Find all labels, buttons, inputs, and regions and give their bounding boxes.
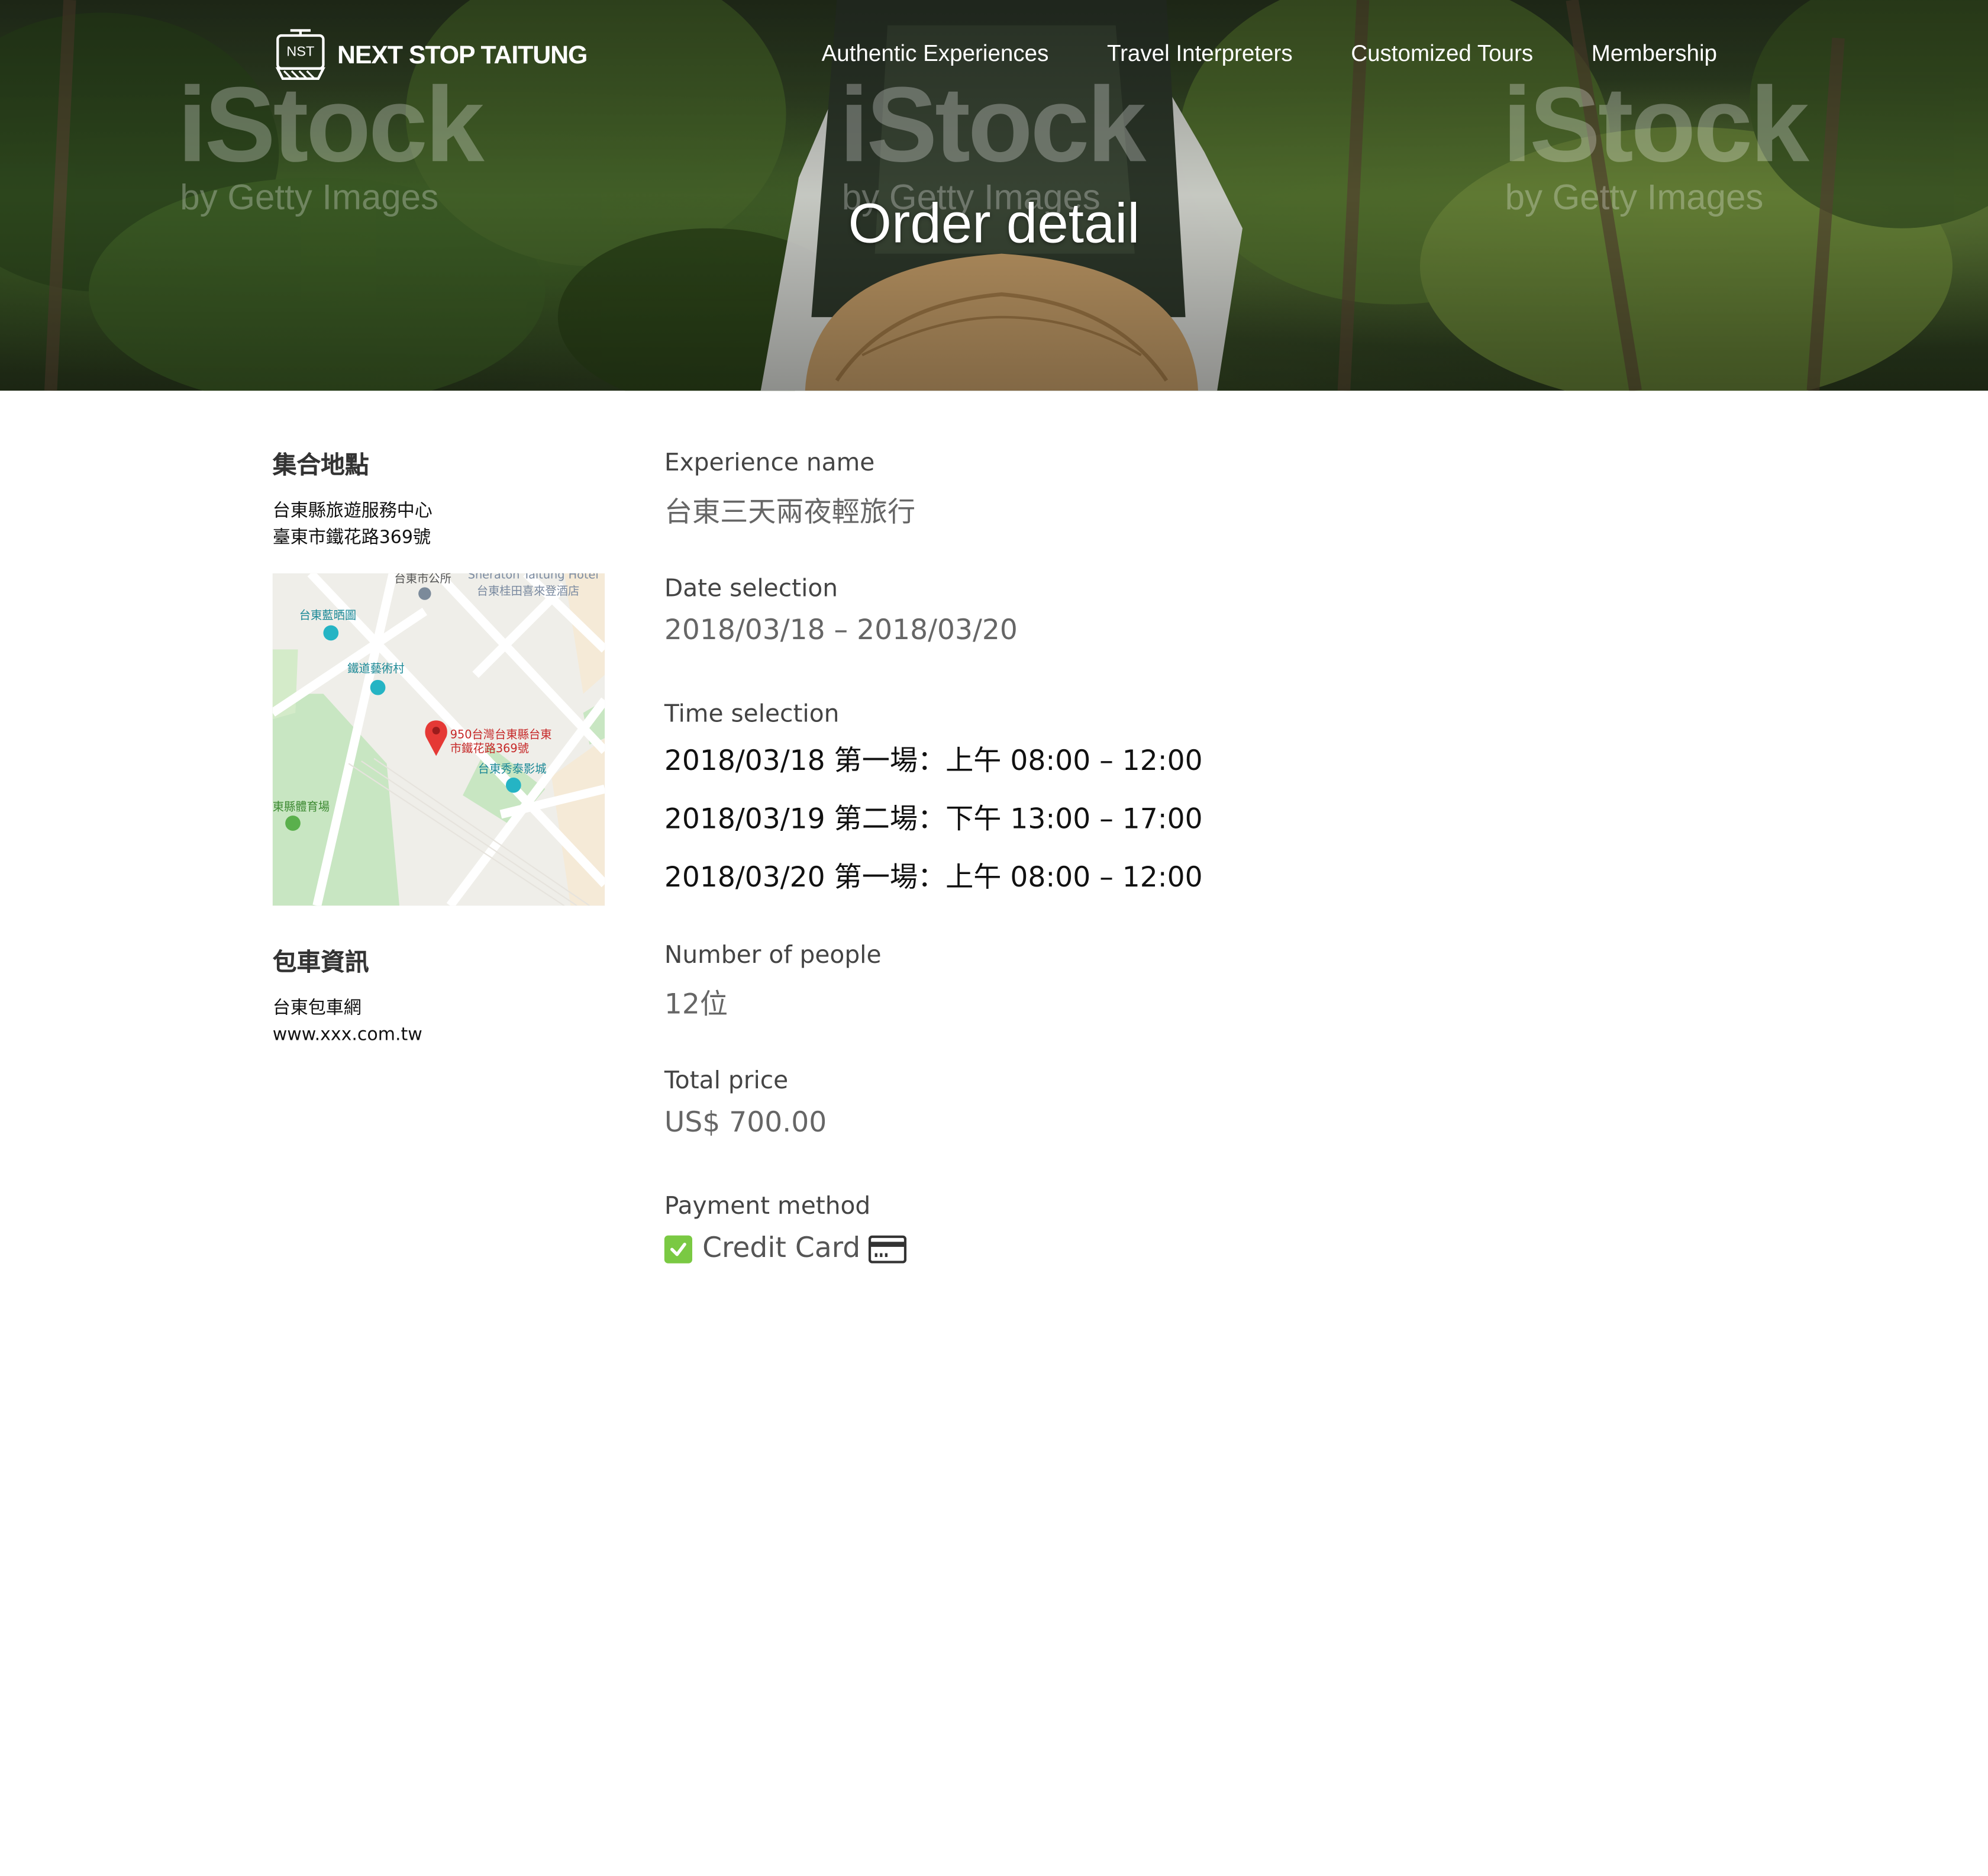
nav-travel-interpreters[interactable]: Travel Interpreters: [1107, 41, 1293, 67]
date-field: Date selection 2018/03/18 – 2018/03/20: [664, 575, 1018, 647]
map-label: 台東秀泰影城: [477, 763, 547, 776]
main-nav: Authentic Experiences Travel Interpreter…: [822, 41, 1776, 67]
brand-name: NEXT STOP TAITUNG: [337, 41, 588, 69]
charter-company: 台東包車網: [272, 998, 362, 1019]
charter-website-link[interactable]: www.xxx.com.tw: [273, 1023, 605, 1049]
map-label: 市鐵花路369號: [450, 743, 529, 756]
watermark-main: iStock: [178, 65, 485, 184]
payment-value-row: Credit Card: [664, 1233, 906, 1265]
map-label: Sheraton Taitung Hotel: [467, 573, 599, 582]
experience-field: Experience name 台東三天兩夜輕旅行: [664, 449, 915, 530]
sidebar-info: 集合地點 台東縣旅遊服務中心 臺東市鐵花路369號 台東市公所 Sheraton…: [272, 446, 605, 1045]
map-label: 東縣體育場: [272, 801, 330, 815]
payment-label: Payment method: [664, 1192, 871, 1220]
time-label: Time selection: [664, 700, 840, 729]
time-row: 2018/03/20 第一場：上午 08:00 – 12:00: [664, 862, 1203, 895]
payment-method-name: Credit Card: [702, 1233, 861, 1265]
meeting-point-street: 臺東市鐵花路369號: [272, 527, 431, 548]
charter-title: 包車資訊: [272, 949, 369, 977]
meeting-point-title: 集合地點: [272, 452, 369, 480]
meeting-point-address: 台東縣旅遊服務中心 臺東市鐵花路369號: [273, 498, 605, 552]
check-icon: [670, 1242, 686, 1256]
hero-banner: iStock by Getty Images iStock by Getty I…: [0, 0, 1988, 391]
time-list: 2018/03/18 第一場：上午 08:00 – 12:00 2018/03/…: [664, 733, 1203, 908]
date-label: Date selection: [664, 574, 838, 603]
logo-mark-text: NST: [286, 43, 314, 59]
nav-authentic-experiences[interactable]: Authentic Experiences: [822, 41, 1049, 67]
watermark-main: iStock: [1502, 65, 1809, 184]
time-row: 2018/03/19 第二場：下午 13:00 – 17:00: [664, 804, 1203, 836]
people-field: Number of people 12位: [664, 941, 882, 1022]
page-title: Order detail: [848, 192, 1140, 255]
payment-checkbox[interactable]: [664, 1234, 692, 1263]
map-label: 台東藍晒圖: [299, 610, 357, 623]
time-row: 2018/03/18 第一場：上午 08:00 – 12:00: [664, 746, 1203, 778]
price-field: Total price US$ 700.00: [664, 1067, 827, 1139]
map-label: 台東市公所: [394, 573, 451, 586]
map-label: 台東桂田喜來登酒店: [476, 586, 580, 599]
brand-logo[interactable]: NST NEXT STOP TAITUNG: [272, 28, 588, 83]
price-value: US$ 700.00: [664, 1107, 827, 1139]
time-field: Time selection 2018/03/18 第一場：上午 08:00 –…: [664, 700, 1203, 908]
payment-field: Payment method Credit Card: [664, 1192, 906, 1265]
nav-customized-tours[interactable]: Customized Tours: [1351, 41, 1533, 67]
watermark-main: iStock: [839, 65, 1147, 184]
people-label: Number of people: [664, 941, 882, 969]
tram-logo-icon: NST: [275, 29, 325, 80]
price-label: Total price: [664, 1066, 789, 1095]
location-map[interactable]: 台東市公所 Sheraton Taitung Hotel 台東桂田喜來登酒店 台…: [272, 573, 605, 906]
map-label: 鐵道藝術村: [347, 663, 405, 676]
date-value: 2018/03/18 – 2018/03/20: [664, 615, 1018, 647]
nav-membership[interactable]: Membership: [1592, 41, 1717, 67]
experience-value: 台東三天兩夜輕旅行: [664, 497, 916, 529]
experience-label: Experience name: [664, 449, 875, 477]
charter-info: 包車資訊 台東包車網 www.xxx.com.tw: [273, 944, 605, 1049]
map-graphic: [272, 573, 605, 906]
people-value: 12位: [664, 989, 728, 1021]
meeting-point-name: 台東縣旅遊服務中心: [272, 501, 433, 521]
credit-card-icon: [868, 1234, 906, 1263]
